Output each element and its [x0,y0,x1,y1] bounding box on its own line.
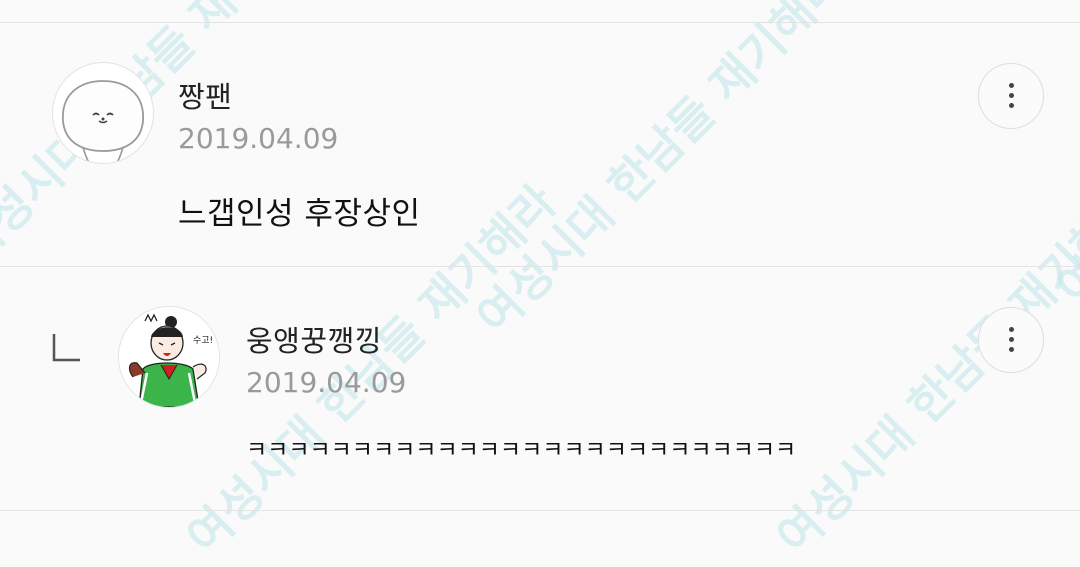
avatar[interactable] [52,62,154,164]
comment-username[interactable]: 웅앵꿍깽낑 [246,318,382,360]
bottom-divider [0,510,1080,511]
more-options-button[interactable] [978,63,1044,129]
watermark: 여성시대 한남들 재기해라 [1046,0,1080,315]
vest-character-avatar-icon: 수고! [119,307,219,407]
comment-username[interactable]: 짱팬 [178,74,232,116]
comment-divider [0,266,1080,267]
avatar-badge: 수고! [193,335,213,346]
watermark: 여성시대 한남들 재기해라 [466,0,857,345]
comment-text: ㅋㅋㅋㅋㅋㅋㅋㅋㅋㅋㅋㅋㅋㅋㅋㅋㅋㅋㅋㅋㅋㅋㅋㅋㅋㅋ [246,437,797,463]
comment-text: 느갭인성 후장상인 [178,196,421,232]
seal-avatar-icon [62,80,144,163]
comment-date: 2019.04.09 [246,366,407,399]
reply-corner-icon [52,334,80,362]
comment-date: 2019.04.09 [178,122,339,155]
watermark: 여성시대 한남들 재기해라 [766,174,1080,565]
more-options-button[interactable] [978,307,1044,373]
avatar[interactable]: 수고! [118,306,220,408]
top-divider [0,22,1080,23]
